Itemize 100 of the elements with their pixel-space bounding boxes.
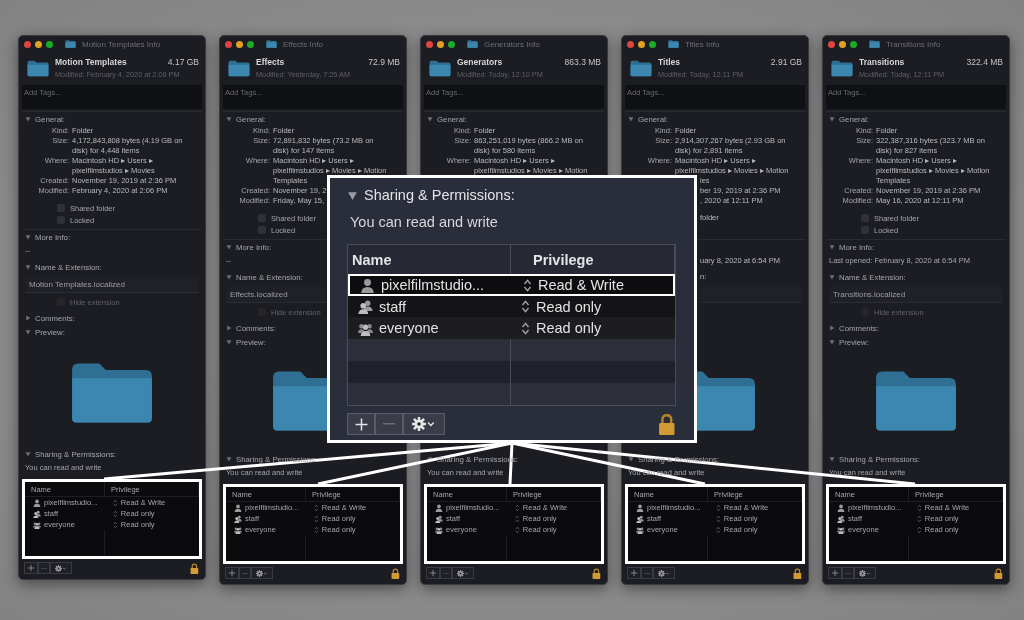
- zoom-button[interactable]: [850, 40, 857, 48]
- disclosure-triangle-icon[interactable]: [427, 456, 433, 462]
- user-name: pixelfilmstudio...: [381, 277, 485, 294]
- window-title: Effects Info: [283, 39, 323, 49]
- lock-icon[interactable]: [592, 567, 601, 579]
- up-down-chevron-icon[interactable]: [523, 277, 532, 293]
- disclosure-triangle-icon[interactable]: [628, 456, 634, 462]
- add-button[interactable]: [347, 413, 375, 435]
- person-icon: [234, 503, 242, 512]
- folder-size: 72.9 MB: [368, 57, 400, 67]
- privilege-value: Read only: [536, 320, 602, 337]
- name-field[interactable]: Motion Templates.localized: [25, 277, 199, 293]
- action-menu-button[interactable]: [854, 567, 877, 579]
- person-icon: [360, 277, 375, 293]
- up-down-chevron-icon[interactable]: [521, 320, 530, 336]
- minimize-button[interactable]: [35, 40, 42, 48]
- action-menu-button[interactable]: [403, 413, 445, 435]
- minus-icon: [383, 423, 395, 425]
- person-icon: [636, 503, 644, 512]
- group-icon: [435, 525, 443, 534]
- plus-icon: [228, 569, 236, 577]
- minimize-button[interactable]: [638, 40, 645, 48]
- permission-row[interactable]: pixelfilmstudio... Read & Write: [348, 274, 675, 296]
- zoom-button[interactable]: [448, 40, 455, 48]
- lock-icon[interactable]: [391, 567, 400, 579]
- window-title: Motion Templates Info: [82, 39, 161, 49]
- folder-icon: [668, 40, 679, 48]
- name-field[interactable]: Effects.localized: [226, 287, 326, 303]
- folder-icon: [27, 59, 49, 77]
- privilege-value: Read & Write: [538, 277, 624, 294]
- minus-icon: [41, 567, 48, 569]
- folder-icon: [228, 59, 250, 77]
- group-icon: [358, 299, 373, 315]
- folder-name: Generators: [457, 57, 503, 67]
- folder-size: 863.3 MB: [564, 57, 601, 67]
- gear-icon: [658, 569, 671, 577]
- plus-icon: [27, 564, 35, 572]
- lock-icon[interactable]: [994, 567, 1003, 579]
- up-down-chevron-icon[interactable]: [521, 299, 530, 315]
- minus-icon: [845, 572, 852, 574]
- plus-icon: [831, 569, 839, 577]
- window-title: Titles Info: [685, 39, 720, 49]
- permission-row[interactable]: staff Read only: [348, 295, 675, 318]
- folder-icon: [467, 40, 478, 48]
- privilege-value: Read only: [536, 298, 602, 315]
- action-menu-button[interactable]: [653, 567, 676, 579]
- permission-note: You can read and write: [349, 214, 499, 232]
- group-icon: [837, 514, 845, 523]
- minimize-button[interactable]: [839, 40, 846, 48]
- close-button[interactable]: [426, 40, 433, 48]
- person-icon: [33, 498, 41, 507]
- zoom-button[interactable]: [649, 40, 656, 48]
- minus-icon: [644, 572, 651, 574]
- window-title: Generators Info: [484, 39, 540, 49]
- gear-icon: [55, 564, 68, 572]
- folder-icon: [266, 40, 277, 48]
- gear-icon: [256, 569, 269, 577]
- group-icon: [837, 525, 845, 534]
- folder-preview-icon: [70, 361, 154, 425]
- close-button[interactable]: [828, 40, 835, 48]
- gear-icon: [457, 569, 470, 577]
- folder-icon: [869, 40, 880, 48]
- user-name: everyone: [379, 320, 439, 337]
- lock-icon[interactable]: [793, 567, 802, 579]
- action-menu-button[interactable]: [251, 567, 274, 579]
- name-field[interactable]: Transitions.localized: [829, 287, 1003, 303]
- group-icon: [636, 514, 644, 523]
- group-icon: [636, 525, 644, 534]
- folder-size: 4.17 GB: [167, 57, 199, 67]
- lock-icon[interactable]: [190, 562, 199, 574]
- close-button[interactable]: [225, 40, 232, 48]
- close-button[interactable]: [24, 40, 31, 48]
- minimize-button[interactable]: [437, 40, 444, 48]
- permission-row[interactable]: everyone Read only: [348, 317, 675, 339]
- person-icon: [837, 503, 845, 512]
- group-icon: [435, 514, 443, 523]
- folder-size: 2.91 GB: [770, 57, 802, 67]
- zoom-button[interactable]: [46, 40, 53, 48]
- minus-icon: [242, 572, 249, 574]
- folder-size: 322.4 MB: [966, 57, 1003, 67]
- group-icon: [234, 514, 242, 523]
- group-icon: [234, 525, 242, 534]
- group-icon: [33, 509, 41, 518]
- plus-icon: [630, 569, 638, 577]
- action-menu-button[interactable]: [50, 562, 73, 574]
- folder-icon: [831, 59, 853, 77]
- person-icon: [435, 503, 443, 512]
- lock-icon[interactable]: [658, 413, 676, 435]
- plus-icon: [353, 416, 369, 432]
- close-button[interactable]: [627, 40, 634, 48]
- minimize-button[interactable]: [236, 40, 243, 48]
- folder-name: Effects: [256, 57, 285, 67]
- zoom-button[interactable]: [247, 40, 254, 48]
- window-title: Transitions Info: [886, 39, 941, 49]
- user-name: staff: [379, 298, 407, 315]
- folder-name: Transitions: [859, 57, 905, 67]
- action-menu-button[interactable]: [452, 567, 475, 579]
- folder-icon: [65, 40, 76, 48]
- folder-name: Motion Templates: [55, 57, 127, 67]
- group-icon: [33, 520, 41, 529]
